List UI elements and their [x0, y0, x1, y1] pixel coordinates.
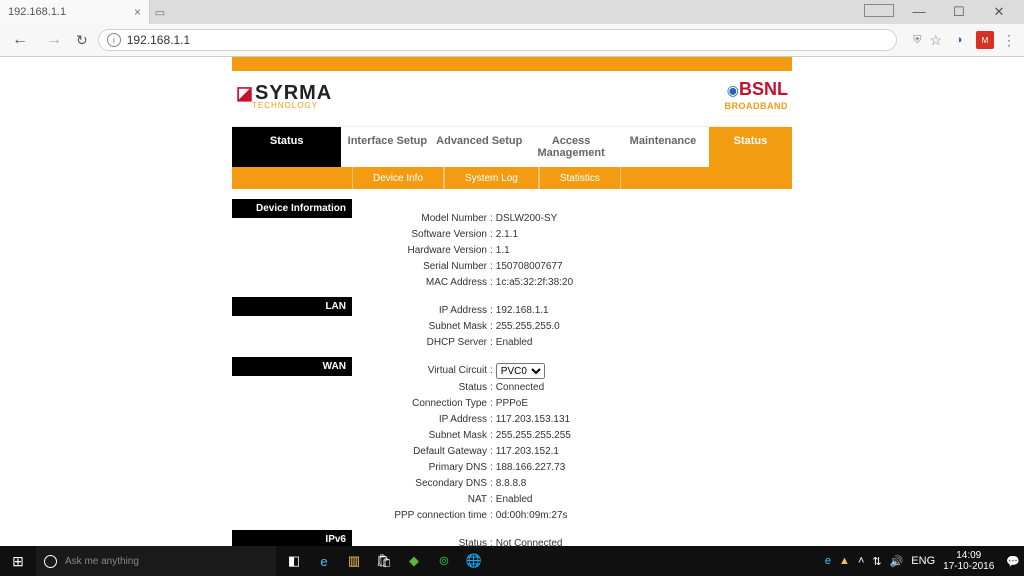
windows-taskbar[interactable]: ⊞ Ask me anything ◧ e ▥ 🛍 ◆ ⊚ 🌐 e ▲ ˄ ⇅ … [0, 546, 1024, 576]
tray-network-icon[interactable]: ⇅ [872, 555, 881, 568]
main-nav: Status Interface Setup Advanced Setup Ac… [232, 126, 792, 167]
window-controls: — ☐ ✕ [864, 4, 1024, 20]
close-tab-icon[interactable]: × [134, 5, 141, 19]
close-window-button[interactable]: ✕ [984, 4, 1014, 20]
site-info-icon[interactable]: i [107, 33, 121, 47]
minimize-button[interactable]: — [904, 4, 934, 20]
tab-bar: 192.168.1.1 × ▭ — ☐ ✕ [0, 0, 1024, 24]
new-tab-button[interactable]: ▭ [150, 6, 170, 19]
nav-interface-setup[interactable]: Interface Setup [341, 127, 433, 167]
syrma-logo: ◪SYRMA TECHNOLOGY [236, 82, 332, 110]
nav-status-active[interactable]: Status [709, 127, 792, 167]
tray-lang[interactable]: ENG [911, 555, 935, 567]
page-content: ◪SYRMA TECHNOLOGY ◉BSNL BROADBAND Status… [0, 57, 1024, 557]
bsnl-logo: ◉BSNL BROADBAND [725, 79, 789, 112]
tray-up-icon[interactable]: ˄ [858, 555, 864, 567]
nav-status[interactable]: Status [232, 127, 341, 167]
app-icon-1[interactable]: ◆ [400, 546, 428, 576]
account-icon[interactable] [864, 4, 894, 17]
nav-maintenance[interactable]: Maintenance [617, 127, 709, 167]
subnav-statistics[interactable]: Statistics [539, 167, 621, 189]
explorer-icon[interactable]: ▥ [340, 546, 368, 576]
top-orange-bar [232, 57, 792, 71]
tray-alert-icon[interactable]: ▲ [839, 555, 850, 567]
url-input[interactable]: i 192.168.1.1 [98, 29, 897, 51]
cortana-search[interactable]: Ask me anything [36, 546, 276, 576]
extension-icon-1[interactable]: ◑ [950, 31, 968, 49]
chrome-icon[interactable]: 🌐 [460, 546, 488, 576]
section-device-info: Device Information [232, 199, 352, 218]
translate-icon[interactable]: ⛨ [913, 34, 921, 47]
store-icon[interactable]: 🛍 [370, 546, 398, 576]
section-lan: LAN [232, 297, 352, 316]
tab-title: 192.168.1.1 [8, 6, 66, 18]
back-button[interactable]: ← [8, 31, 32, 49]
subnav-device-info[interactable]: Device Info [352, 167, 444, 189]
address-bar: ← → ↻ i 192.168.1.1 ⛨ ☆ ◑ M ⋮ [0, 24, 1024, 56]
start-button[interactable]: ⊞ [0, 553, 36, 570]
subnav-system-log[interactable]: System Log [444, 167, 539, 189]
tray-clock[interactable]: 14:09 17-10-2016 [943, 550, 998, 572]
virtual-circuit-select[interactable]: PVC0 [496, 363, 545, 379]
app-icon-2[interactable]: ⊚ [430, 546, 458, 576]
edge-icon[interactable]: e [310, 546, 338, 576]
reload-button[interactable]: ↻ [76, 32, 88, 49]
tray-ie-icon[interactable]: e [825, 555, 831, 567]
nav-access-management[interactable]: Access Management [525, 127, 617, 167]
url-text: 192.168.1.1 [127, 33, 190, 47]
tray-notifications-icon[interactable]: 💬 [1006, 555, 1020, 568]
browser-tab[interactable]: 192.168.1.1 × [0, 0, 150, 24]
tray-volume-icon[interactable]: 🔊 [890, 555, 904, 568]
section-wan: WAN [232, 357, 352, 376]
sub-nav: Device Info System Log Statistics [232, 167, 792, 189]
gmail-icon[interactable]: M [976, 31, 994, 49]
task-view-icon[interactable]: ◧ [280, 546, 308, 576]
forward-button: → [42, 31, 66, 49]
menu-icon[interactable]: ⋮ [1002, 32, 1016, 49]
bookmark-icon[interactable]: ☆ [929, 32, 942, 49]
maximize-button[interactable]: ☐ [944, 4, 974, 20]
cortana-icon [44, 555, 57, 568]
nav-advanced-setup[interactable]: Advanced Setup [433, 127, 525, 167]
